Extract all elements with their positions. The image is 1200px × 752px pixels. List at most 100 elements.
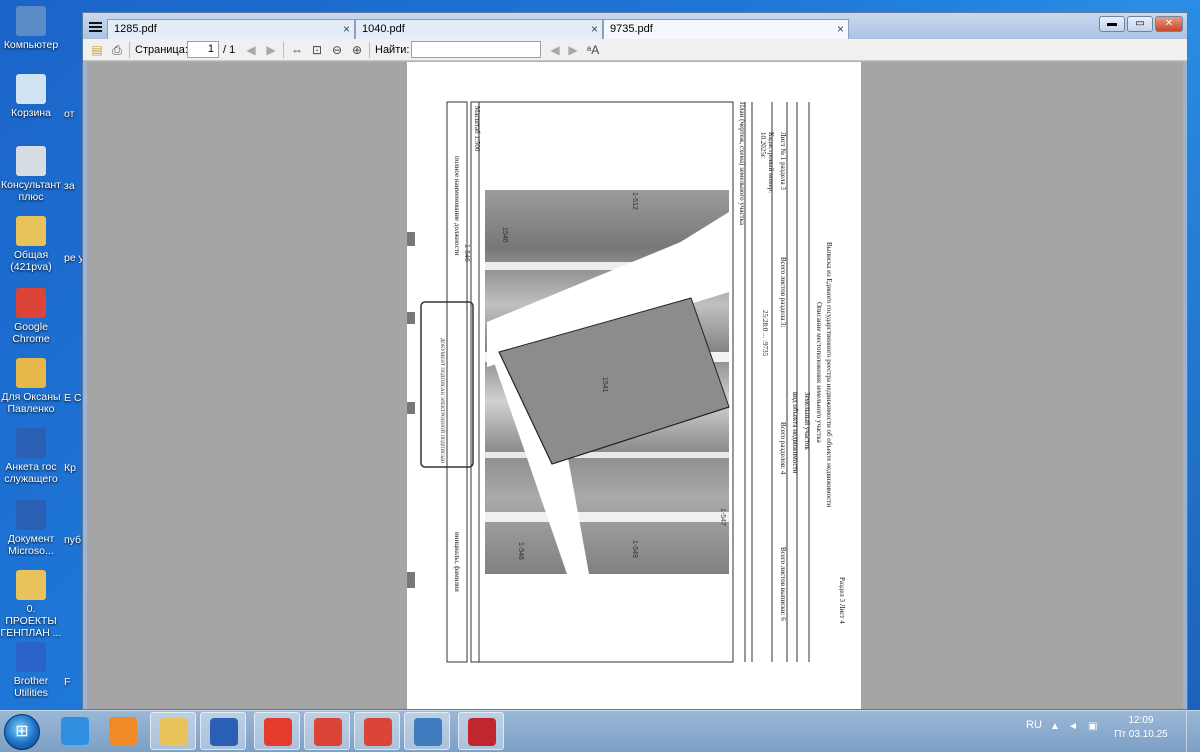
desktop-icon[interactable]: Google Chrome	[0, 288, 62, 345]
next-page-icon[interactable]: ▶	[263, 42, 279, 58]
doc-date: 10.2025г.	[759, 132, 767, 159]
folder-doc-icon	[16, 358, 46, 388]
taskbar-internet-explorer-button[interactable]	[52, 712, 98, 750]
find-input[interactable]	[411, 41, 541, 58]
doc-total-sheets-section: Всего листов раздела 3:	[779, 257, 787, 328]
pdf-page: Выписка из Единого государственного реес…	[407, 62, 861, 709]
plan-number: 1-549	[631, 540, 638, 558]
desktop-icon[interactable]: Документ Microso...	[0, 500, 62, 557]
desktop-icon[interactable]: 0. ПРОЕКТЫ ГЕНПЛАН ...	[0, 570, 62, 639]
taskbar-yandex-button[interactable]	[254, 712, 300, 750]
doc-footer-right: инициалы, фамилия	[453, 532, 461, 593]
recycle-bin-icon	[16, 74, 46, 104]
toolbar-separator	[369, 42, 370, 58]
desktop-icon-label: Для Оксаны Павленко	[1, 391, 61, 415]
menu-icon[interactable]	[89, 22, 102, 32]
plan-number: 1-512	[631, 192, 638, 210]
consultant-icon	[16, 146, 46, 176]
image-viewer-icon	[414, 718, 442, 746]
match-case-icon[interactable]: ᵃA	[585, 42, 601, 58]
close-button[interactable]: ✕	[1155, 16, 1183, 32]
find-next-icon[interactable]: ▶	[565, 42, 581, 58]
prev-page-icon[interactable]: ◀	[243, 42, 259, 58]
desktop-icon[interactable]: Консультант плюс	[0, 146, 62, 203]
taskbar-pdf-viewer-button[interactable]	[458, 712, 504, 750]
plan-number: 1546	[501, 227, 508, 243]
doc-title: Выписка из Единого государственного реес…	[825, 242, 833, 507]
plan-number: 1-547	[719, 508, 726, 526]
desktop-icon[interactable]: Корзина	[0, 74, 62, 119]
taskbar-chrome-2-button[interactable]	[354, 712, 400, 750]
doc-object: Земельный участок	[803, 392, 811, 450]
folder-icon	[16, 216, 46, 246]
show-hidden-icons-icon[interactable]: ▲	[1050, 721, 1062, 733]
desktop-icon[interactable]: Компьютер	[0, 6, 62, 51]
desktop-icon-label: Общая (421pva)	[10, 249, 52, 273]
network-icon[interactable]: ▣	[1088, 721, 1100, 733]
zoom-in-icon[interactable]: ⊕	[349, 42, 365, 58]
plan-number: 1-548	[517, 542, 524, 560]
doc-plan-label: План (чертеж, схема) земельного участка	[738, 102, 746, 226]
monitor-icon	[16, 6, 46, 36]
find-label: Найти:	[375, 44, 410, 56]
doc-total-sections: Всего разделов: 4	[779, 422, 787, 475]
desktop-icon[interactable]: Общая (421pva)	[0, 216, 62, 273]
desktop: Компьютер Корзина Консультант плюс Общая (4…	[0, 0, 86, 710]
desktop-icon-label: Brother Utilities	[13, 675, 49, 699]
doc-section-label: Раздел 3 Лист 4	[838, 577, 846, 624]
document-viewport[interactable]: Выписка из Единого государственного реес…	[87, 62, 1183, 709]
start-button[interactable]: ⊞	[4, 714, 40, 750]
doc-total-sheets-extract: Всего листов выписки: 6	[779, 547, 787, 621]
tab-1040[interactable]: 1040.pdf ×	[355, 19, 603, 39]
desktop-icon-label: Google Chrome	[12, 321, 50, 345]
taskbar-image-viewer-button[interactable]	[404, 712, 450, 750]
taskbar-word-button[interactable]	[200, 712, 246, 750]
taskbar-media-player-button[interactable]	[100, 712, 146, 750]
desktop-icon-label: 0. ПРОЕКТЫ ГЕНПЛАН ...	[0, 603, 62, 639]
tab-1285[interactable]: 1285.pdf ×	[107, 19, 355, 39]
clock[interactable]: 12:09 Пт 03.10.25	[1112, 714, 1170, 742]
close-tab-icon[interactable]: ×	[591, 22, 598, 36]
find-prev-icon[interactable]: ◀	[547, 42, 563, 58]
doc-cadastral-label: Кадастровый номер:	[767, 132, 775, 193]
desktop-icon[interactable]: Для Оксаны Павленко	[0, 358, 62, 415]
taskbar: ⊞ RU ▲ ◄ ▣ 12:09 Пт 03.10.25	[0, 710, 1200, 752]
print-icon[interactable]: ⎙	[109, 42, 125, 58]
tab-9735[interactable]: 9735.pdf ×	[603, 19, 849, 39]
minimize-button[interactable]: ▬	[1099, 16, 1125, 32]
close-tab-icon[interactable]: ×	[343, 22, 350, 36]
desktop-icon[interactable]: Brother Utilities	[0, 642, 62, 699]
page-label: Страница:	[135, 44, 188, 56]
show-desktop-button[interactable]	[1186, 711, 1200, 752]
desktop-icon[interactable]: Анкета гос служащего	[0, 428, 62, 485]
fit-page-icon[interactable]: ⊡	[309, 42, 325, 58]
zoom-out-icon[interactable]: ⊖	[329, 42, 345, 58]
tab-label: 1285.pdf	[114, 23, 157, 35]
volume-icon[interactable]: ◄	[1068, 721, 1080, 733]
chrome-icon	[314, 718, 342, 746]
scanned-page-image: Выписка из Единого государственного реес…	[407, 101, 846, 663]
doc-cadastral-number: 25:28:0 ... :9735	[761, 310, 769, 357]
fit-width-icon[interactable]: ⇔	[289, 42, 305, 58]
maximize-button[interactable]: ▭	[1127, 16, 1153, 32]
pdf-viewer-window: 1285.pdf × 1040.pdf × 9735.pdf × ▬ ▭ ✕ ▤…	[82, 12, 1188, 710]
open-file-icon[interactable]: ▤	[89, 42, 105, 58]
taskbar-chrome-button[interactable]	[304, 712, 350, 750]
doc-scale: Масштаб 1:500	[473, 106, 481, 152]
taskbar-explorer-button[interactable]	[150, 712, 196, 750]
doc-footer-left: полное наименование должности	[453, 156, 461, 256]
doc-sheet-info: Лист № 1 раздела 3	[779, 132, 787, 190]
close-tab-icon[interactable]: ×	[837, 22, 844, 36]
title-bar[interactable]: 1285.pdf × 1040.pdf × 9735.pdf × ▬ ▭ ✕	[83, 13, 1187, 39]
language-indicator[interactable]: RU	[1026, 719, 1042, 731]
page-number-input[interactable]: 1	[187, 41, 219, 58]
brother-icon	[16, 642, 46, 672]
desktop-icon-label: Корзина	[11, 107, 51, 119]
clock-time: 12:09	[1128, 715, 1154, 726]
doc-subtitle: Описание местоположения земельного участ…	[815, 302, 823, 444]
plan-number: 1541	[601, 377, 608, 393]
desktop-icon-label: Анкета гос служащего	[4, 461, 58, 485]
tab-label: 9735.pdf	[610, 23, 653, 35]
clock-date: Пт 03.10.25	[1114, 729, 1168, 740]
folder-icon	[16, 570, 46, 600]
